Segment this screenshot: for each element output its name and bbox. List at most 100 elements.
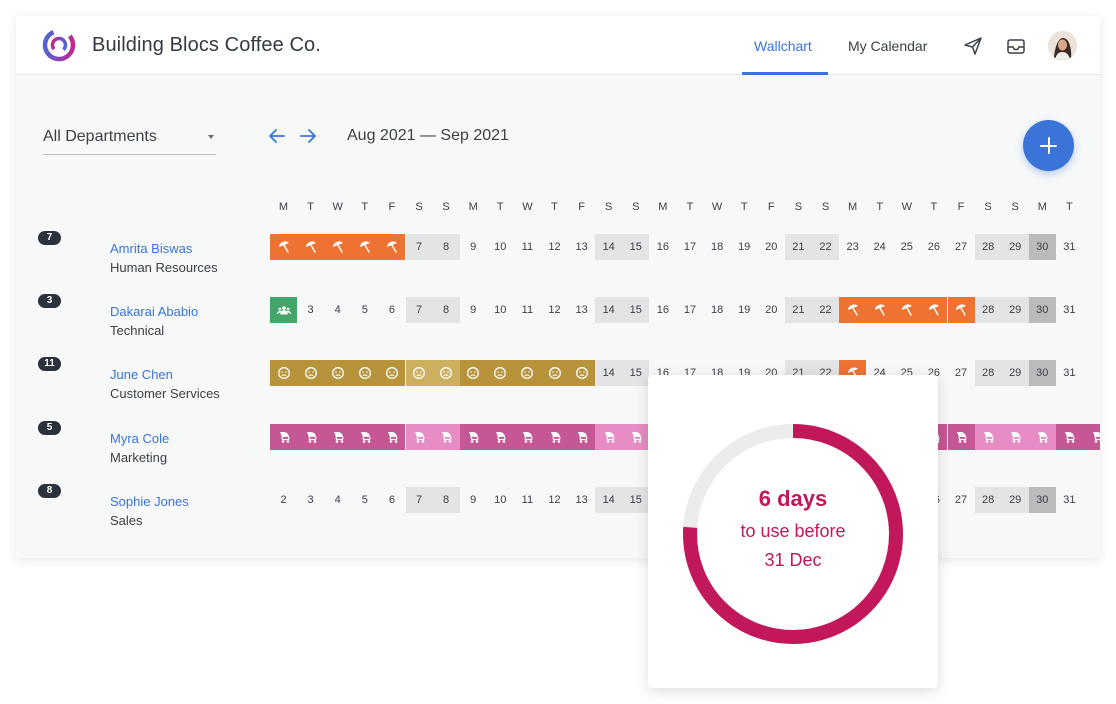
parental-day-cell[interactable] [541, 423, 568, 450]
sick-day-cell[interactable] [568, 360, 596, 387]
day-cell[interactable]: 8 [432, 234, 460, 260]
day-cell[interactable]: 7 [405, 486, 433, 513]
day-cell[interactable]: 20 [758, 234, 785, 260]
parental-day-cell[interactable] [622, 423, 650, 450]
day-cell[interactable]: 12 [541, 297, 568, 323]
day-cell[interactable]: 30 [1028, 486, 1056, 513]
meeting-day-cell[interactable] [270, 297, 297, 324]
arrow-right-icon[interactable] [299, 128, 317, 144]
day-cell[interactable]: 15 [622, 234, 650, 260]
day-cell[interactable]: 28 [974, 360, 1002, 387]
day-cell[interactable]: 21 [784, 234, 812, 260]
day-cell[interactable]: 7 [405, 297, 433, 324]
day-cell[interactable]: 11 [514, 297, 541, 323]
day-cell[interactable]: 15 [622, 486, 650, 513]
day-cell[interactable]: 6 [378, 487, 405, 513]
day-cell[interactable]: 24 [866, 234, 893, 260]
day-cell[interactable]: 17 [677, 234, 704, 260]
day-cell[interactable]: 15 [622, 297, 650, 324]
parental-day-cell[interactable] [432, 423, 460, 450]
day-cell[interactable]: 30 [1028, 234, 1056, 260]
parental-day-cell[interactable] [513, 423, 541, 450]
day-cell[interactable]: 3 [297, 487, 324, 513]
day-cell[interactable]: 26 [920, 234, 947, 260]
tab-wallchart[interactable]: Wallchart [754, 38, 812, 54]
day-cell[interactable]: 11 [514, 487, 541, 513]
day-cell[interactable]: 29 [1001, 486, 1029, 513]
person-name-link[interactable]: Amrita Biswas [110, 241, 192, 256]
holiday-day-cell[interactable] [270, 234, 297, 260]
day-cell[interactable]: 14 [595, 234, 623, 260]
tab-my-calendar[interactable]: My Calendar [848, 38, 927, 54]
sick-day-cell[interactable] [351, 360, 379, 387]
person-name-link[interactable]: Myra Cole [110, 431, 169, 446]
sick-day-cell[interactable] [486, 360, 514, 387]
add-leave-button[interactable] [1023, 120, 1074, 171]
day-cell[interactable]: 20 [758, 297, 785, 323]
day-cell[interactable]: 3 [297, 297, 324, 323]
day-cell[interactable]: 13 [568, 487, 595, 513]
parental-day-cell[interactable] [270, 423, 297, 450]
holiday-day-cell[interactable] [297, 234, 325, 260]
person-name-link[interactable]: June Chen [110, 367, 173, 382]
day-cell[interactable]: 4 [324, 487, 351, 513]
parental-day-cell[interactable] [947, 423, 975, 450]
day-cell[interactable]: 14 [595, 297, 623, 324]
sick-day-cell[interactable] [513, 360, 541, 387]
parental-day-cell[interactable] [1001, 423, 1029, 450]
day-cell[interactable]: 14 [595, 360, 623, 387]
sick-day-cell[interactable] [405, 360, 433, 387]
day-cell[interactable]: 12 [541, 234, 568, 260]
day-cell[interactable]: 8 [432, 297, 460, 324]
parental-day-cell[interactable] [1055, 423, 1083, 450]
day-cell[interactable]: 27 [948, 487, 975, 513]
parental-day-cell[interactable] [351, 423, 379, 450]
day-cell[interactable]: 16 [649, 297, 676, 323]
day-cell[interactable]: 19 [731, 297, 758, 323]
day-cell[interactable]: 9 [460, 487, 487, 513]
sick-day-cell[interactable] [459, 360, 487, 387]
parental-day-cell[interactable] [1028, 423, 1056, 450]
department-select[interactable]: All Departments [43, 126, 216, 155]
holiday-day-cell[interactable] [351, 234, 379, 260]
day-cell[interactable]: 27 [948, 234, 975, 260]
day-cell[interactable]: 28 [974, 297, 1002, 324]
sick-day-cell[interactable] [541, 360, 568, 387]
parental-day-cell[interactable] [974, 423, 1002, 450]
holiday-day-cell[interactable] [866, 297, 894, 324]
day-cell[interactable]: 14 [595, 486, 623, 513]
day-cell[interactable]: 28 [974, 486, 1002, 513]
day-cell[interactable]: 13 [568, 234, 595, 260]
parental-day-cell[interactable] [595, 423, 623, 450]
holiday-day-cell[interactable] [893, 297, 921, 324]
day-cell[interactable]: 18 [704, 234, 731, 260]
day-cell[interactable]: 21 [784, 297, 812, 324]
day-cell[interactable]: 15 [622, 360, 650, 387]
avatar[interactable] [1048, 31, 1077, 60]
person-name-link[interactable]: Sophie Jones [110, 494, 189, 509]
parental-day-cell[interactable] [568, 423, 596, 450]
parental-day-cell[interactable] [486, 423, 514, 450]
sick-day-cell[interactable] [432, 360, 460, 387]
day-cell[interactable]: 12 [541, 487, 568, 513]
day-cell[interactable]: 31 [1056, 487, 1083, 513]
holiday-day-cell[interactable] [324, 234, 352, 260]
sick-day-cell[interactable] [324, 360, 352, 387]
holiday-day-cell[interactable] [839, 297, 867, 324]
day-cell[interactable]: 25 [893, 234, 920, 260]
day-cell[interactable]: 10 [487, 234, 514, 260]
day-cell[interactable]: 23 [839, 234, 866, 260]
day-cell[interactable]: 22 [812, 234, 839, 260]
day-cell[interactable]: 31 [1056, 297, 1083, 323]
day-cell[interactable]: 5 [351, 297, 378, 323]
day-cell[interactable]: 11 [514, 234, 541, 260]
day-cell[interactable]: 7 [405, 234, 433, 260]
parental-day-cell[interactable] [378, 423, 406, 450]
day-cell[interactable]: 10 [487, 297, 514, 323]
day-cell[interactable]: 10 [487, 487, 514, 513]
day-cell[interactable]: 30 [1028, 360, 1056, 387]
holiday-day-cell[interactable] [378, 234, 406, 260]
arrow-left-icon[interactable] [268, 128, 286, 144]
parental-day-cell[interactable] [405, 423, 433, 450]
day-cell[interactable]: 9 [460, 297, 487, 323]
